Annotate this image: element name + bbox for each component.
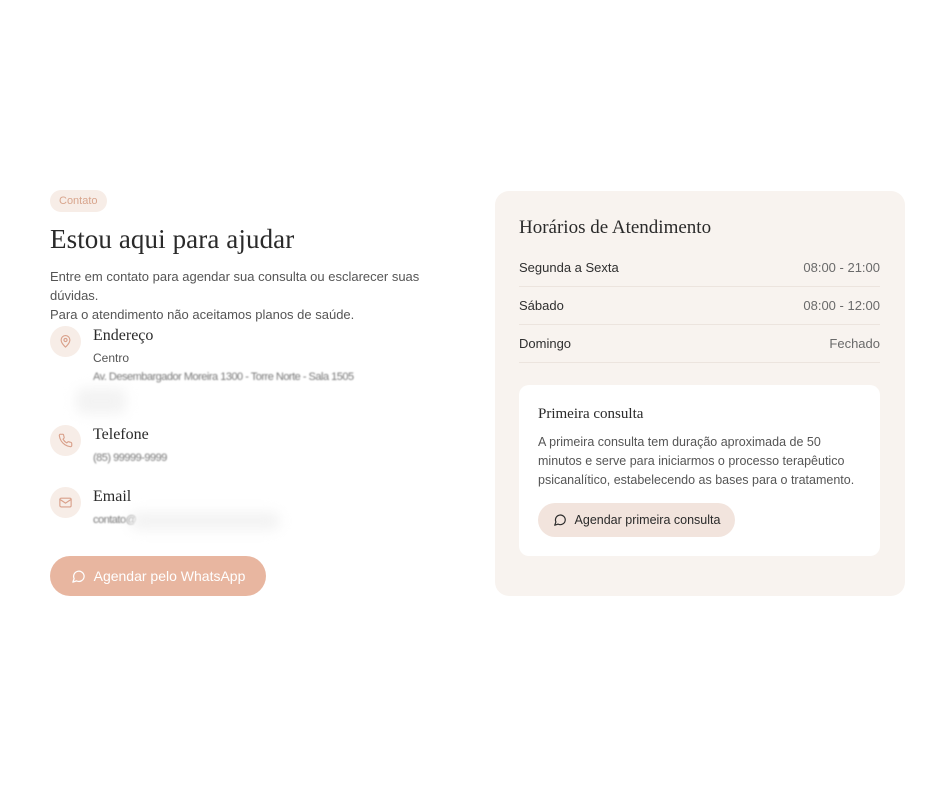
hours-time: Fechado [829,336,880,351]
hours-day: Sábado [519,298,564,313]
hours-list: Segunda a Sexta 08:00 - 21:00 Sábado 08:… [519,249,880,363]
whatsapp-button-label: Agendar pelo WhatsApp [93,568,246,584]
intro-line-1: Entre em contato para agendar sua consul… [50,269,420,303]
first-visit-text: A primeira consulta tem duração aproxima… [538,435,855,487]
email-title: Email [93,488,132,505]
section-badge: Contato [50,190,107,212]
message-circle-icon [71,570,85,583]
page-title: Estou aqui para ajudar [50,224,295,254]
first-visit-card: Primeira consulta A primeira consulta te… [519,385,880,556]
hours-row: Sábado 08:00 - 12:00 [519,287,880,325]
hours-time: 08:00 - 21:00 [803,260,880,275]
message-circle-icon [553,514,566,526]
phone-item: Telefone (85) 99999-9999 [50,425,470,466]
book-first-visit-button[interactable]: Agendar primeira consulta [538,503,735,537]
book-first-visit-label: Agendar primeira consulta [574,513,721,527]
whatsapp-button[interactable]: Agendar pelo WhatsApp [50,556,266,596]
hours-title: Horários de Atendimento [519,217,712,238]
hours-time: 08:00 - 12:00 [803,298,880,313]
address-redacted: Av. Desembargador Moreira 1300 - Torre N… [93,371,354,383]
hours-row: Domingo Fechado [519,325,880,363]
contact-section: Contato Estou aqui para ajudar Entre em … [50,190,470,530]
intro-text: Entre em contato para agendar sua consul… [50,267,470,324]
address-line-2: Av. Desembargador Moreira 1300 - Torre N… [93,369,354,385]
address-title: Endereço [93,327,154,344]
phone-value[interactable]: (85) 99999-9999 [93,450,167,466]
hours-day: Domingo [519,336,572,351]
address-line-1: Centro [93,351,130,365]
first-visit-title: Primeira consulta [538,406,644,422]
redaction-smudge [130,512,280,530]
phone-icon [50,425,81,456]
hours-row: Segunda a Sexta 08:00 - 21:00 [519,249,880,287]
map-pin-icon [50,326,81,357]
hours-card: Horários de Atendimento Segunda a Sexta … [495,191,905,596]
mail-icon [50,487,81,518]
phone-title: Telefone [93,426,149,443]
phone-redacted: (85) 99999-9999 [93,452,167,464]
address-item: Endereço Centro Av. Desembargador Moreir… [50,326,470,385]
redaction-smudge [76,388,126,414]
intro-line-2: Para o atendimento não aceitamos planos … [50,307,355,322]
hours-day: Segunda a Sexta [519,260,619,275]
